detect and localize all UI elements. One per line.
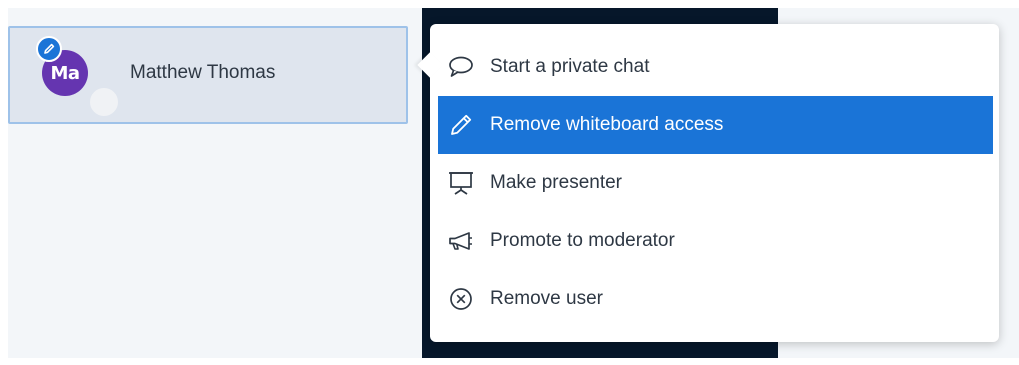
remove-whiteboard-access-option[interactable]: Remove whiteboard access: [438, 96, 993, 154]
megaphone-icon: [446, 226, 476, 256]
menu-item-label: Start a private chat: [490, 56, 650, 77]
presentation-screen-icon: [446, 168, 476, 198]
promote-to-moderator-option[interactable]: Promote to moderator: [438, 212, 993, 270]
status-indicator: [88, 86, 120, 118]
start-private-chat-option[interactable]: Start a private chat: [438, 38, 993, 96]
close-circle-icon: [446, 284, 476, 314]
user-options-menu: Start a private chat Remove whiteboard a…: [417, 24, 999, 342]
chat-bubble-icon: [446, 52, 476, 82]
user-list-item[interactable]: Ma Matthew Thomas: [8, 26, 408, 124]
menu-item-label: Promote to moderator: [490, 230, 675, 251]
avatar-initials: Ma: [50, 62, 80, 84]
menu-item-label: Make presenter: [490, 172, 623, 193]
remove-user-option[interactable]: Remove user: [438, 270, 993, 328]
make-presenter-option[interactable]: Make presenter: [438, 154, 993, 212]
user-name: Matthew Thomas: [130, 62, 276, 83]
whiteboard-access-pencil-icon: [36, 36, 62, 62]
menu-item-label: Remove user: [490, 288, 603, 309]
pencil-icon: [446, 110, 476, 140]
menu-item-label: Remove whiteboard access: [490, 114, 724, 135]
